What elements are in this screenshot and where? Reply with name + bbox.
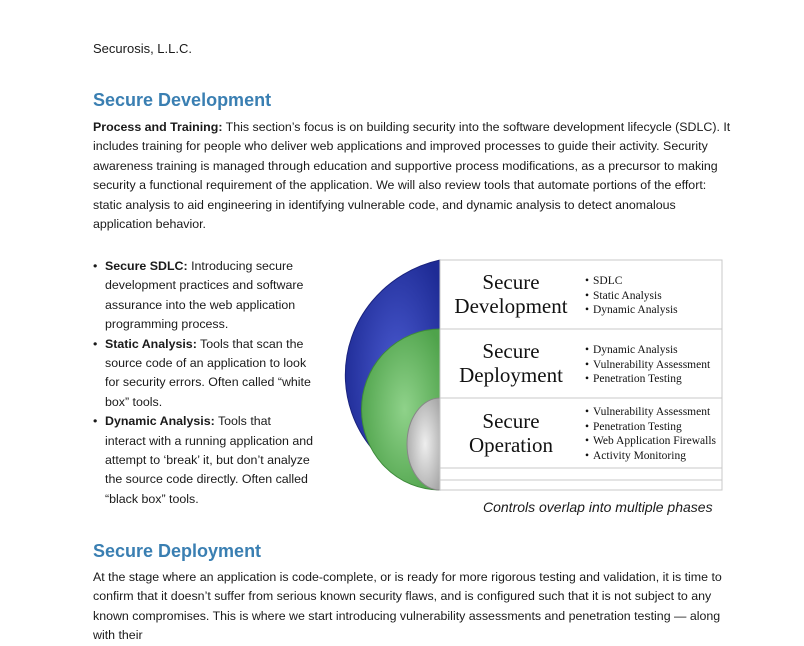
paragraph-lead: Process and Training: — [93, 120, 223, 134]
phase-title: Deployment — [459, 363, 563, 387]
section-paragraph-deployment: At the stage where an application is cod… — [93, 570, 722, 643]
bullet-term: Secure SDLC: — [105, 259, 188, 273]
tool-bullet-list: Secure SDLC: Introducing secure developm… — [93, 257, 315, 509]
section-paragraph-development: Process and Training: This section’s foc… — [93, 118, 733, 234]
phase-item: Dynamic Analysis — [593, 344, 678, 356]
phase-item: Static Analysis — [593, 290, 662, 302]
section-title-secure-deployment: Secure Deployment — [93, 541, 262, 561]
phase-title: Secure — [482, 270, 539, 294]
phase-title: Operation — [469, 433, 553, 457]
phase-title: Secure — [482, 339, 539, 363]
phase-item: Penetration Testing — [593, 373, 682, 385]
paragraph-body: This section’s focus is on building secu… — [93, 120, 731, 232]
phase-deployment: Secure Deployment • Dynamic Analysis • Vul… — [459, 339, 711, 387]
phase-title: Development — [454, 294, 567, 318]
phase-item: Dynamic Analysis — [593, 304, 678, 316]
bullet-static-analysis: Static Analysis: Tools that scan the sou… — [93, 335, 315, 413]
diagram-caption: Controls overlap into multiple phases — [483, 499, 713, 515]
phase-item: Penetration Testing — [593, 421, 682, 433]
phase-item: Vulnerability Assessment — [593, 406, 711, 418]
phase-item: SDLC — [593, 275, 623, 287]
bullet-term: Static Analysis: — [105, 336, 197, 351]
phase-title: Secure — [482, 409, 539, 433]
bullet-secure-sdlc: Secure SDLC: Introducing secure developm… — [93, 257, 315, 335]
phase-item: Vulnerability Assessment — [593, 359, 711, 371]
document-header: Securosis, L.L.C. — [93, 41, 192, 56]
section-title-secure-development: Secure Development — [93, 90, 272, 110]
phase-item: Web Application Firewalls — [593, 435, 717, 447]
bullet-dynamic-analysis: Dynamic Analysis: Tools that interact wi… — [93, 412, 315, 509]
lifecycle-phases-diagram: Secure Development • SDLC • Static Analysi… — [344, 259, 723, 491]
phase-item: Activity Monitoring — [593, 450, 686, 462]
bullet-term: Dynamic Analysis: — [105, 414, 215, 429]
